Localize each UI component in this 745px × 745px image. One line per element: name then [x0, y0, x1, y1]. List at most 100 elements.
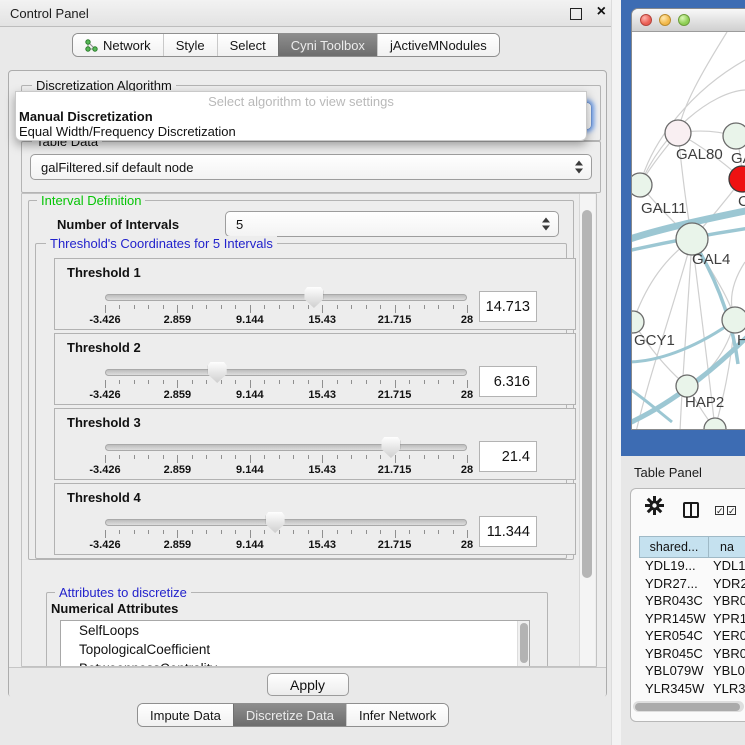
tab-label: Select — [230, 38, 266, 53]
zoom-window-icon[interactable] — [678, 14, 690, 26]
table-row[interactable]: YBL079WYBL0 — [639, 663, 745, 681]
apply-button[interactable]: Apply — [267, 673, 349, 696]
column-header[interactable]: na — [709, 536, 745, 558]
table-row[interactable]: YBR043CYBR0 — [639, 593, 745, 611]
attribute-item[interactable]: TopologicalCoefficient — [61, 640, 529, 659]
tab-select[interactable]: Select — [217, 34, 278, 56]
network-edge — [640, 60, 745, 185]
scrollbar-thumb[interactable] — [582, 210, 592, 578]
list-scrollbar[interactable] — [517, 621, 529, 667]
network-node[interactable] — [704, 418, 726, 430]
network-edge — [678, 32, 727, 133]
number-of-intervals-value: 5 — [236, 217, 243, 232]
threshold-label: Threshold 1 — [67, 265, 141, 280]
threshold-box: Threshold 2-3.4262.8599.14415.4321.71528… — [54, 333, 576, 405]
table-card: ✓ ✓ shared...naYDL19...YDL1YDR27...YDR2Y… — [630, 488, 745, 722]
float-window-icon[interactable] — [570, 8, 582, 20]
network-node-label: C — [738, 193, 745, 210]
table-panel: Table Panel ✓ ✓ shared...naYDL19...YDL1Y… — [621, 456, 745, 745]
table-row[interactable]: YBR045CYBR0 — [639, 646, 745, 664]
table-settings-gear-icon[interactable] — [645, 496, 664, 520]
table-cell: YBR0 — [709, 593, 745, 611]
network-node[interactable] — [632, 311, 644, 333]
table-row[interactable]: YER054CYER0 — [639, 628, 745, 646]
threshold-label: Threshold 3 — [67, 415, 141, 430]
node-table[interactable]: shared...naYDL19...YDL1YDR27...YDR2YBR04… — [639, 536, 745, 701]
tab-discretize-data[interactable]: Discretize Data — [233, 704, 346, 726]
table-cell: YPR1 — [709, 611, 745, 629]
slider-track[interactable] — [105, 519, 467, 526]
attribute-item[interactable]: SelfLoops — [61, 621, 529, 640]
combo-arrows-icon — [542, 218, 550, 231]
table-horizontal-scrollbar[interactable] — [633, 701, 744, 712]
number-of-intervals-combobox[interactable]: 5 — [225, 211, 559, 237]
slider-ticks — [105, 455, 467, 464]
slider-tick-labels: -3.4262.8599.14415.4321.71528 — [105, 539, 467, 551]
slider-tick-labels: -3.4262.8599.14415.4321.71528 — [105, 314, 467, 326]
threshold-value-field[interactable]: 14.713 — [479, 291, 537, 322]
tab-label: jActiveMNodules — [390, 38, 487, 53]
table-data-combobox[interactable]: galFiltered.sif default node — [30, 154, 592, 180]
network-node[interactable] — [665, 120, 691, 146]
network-window: GAL80GACGAL11GAL4GCY1HHAP2 — [631, 8, 745, 430]
close-panel-icon[interactable]: × — [597, 3, 606, 21]
table-header: shared...na — [639, 536, 745, 558]
attribute-item[interactable]: BetweennessCentrality — [61, 659, 529, 667]
table-row[interactable]: YPR145WYPR1 — [639, 611, 745, 629]
table-cell: YBR043C — [639, 593, 709, 611]
select-column-checkbox-icon[interactable]: ✓ — [727, 506, 736, 515]
slider-tick-labels: -3.4262.8599.14415.4321.71528 — [105, 464, 467, 476]
table-cell: YDL1 — [709, 558, 745, 576]
attributes-group: Attributes to discretize Numerical Attri… — [46, 592, 548, 667]
table-cell: YER0 — [709, 628, 745, 646]
threshold-value-field[interactable]: 6.316 — [479, 366, 537, 397]
column-layout-icon[interactable] — [683, 502, 699, 518]
algorithm-dropdown-popup: Select algorithm to view settings Manual… — [15, 91, 587, 141]
close-window-icon[interactable] — [640, 14, 652, 26]
tab-jactivemnodules[interactable]: jActiveMNodules — [377, 34, 499, 56]
network-canvas[interactable]: GAL80GACGAL11GAL4GCY1HHAP2 — [632, 32, 745, 430]
table-cell: YDR2 — [709, 576, 745, 594]
network-node[interactable] — [632, 173, 652, 197]
settings-scrollpane: Interval Definition Number of Intervals … — [21, 193, 597, 667]
tab-impute-data[interactable]: Impute Data — [138, 704, 233, 726]
dropdown-item-manual[interactable]: Manual Discretization — [16, 109, 586, 124]
threshold-label: Threshold 2 — [67, 340, 141, 355]
threshold-value-field[interactable]: 11.344 — [479, 516, 537, 547]
control-panel-titlebar: Control Panel × — [0, 0, 620, 27]
network-graph: GAL80GACGAL11GAL4GCY1HHAP2 — [632, 32, 745, 430]
column-header[interactable]: shared... — [639, 536, 709, 558]
slider-ticks — [105, 530, 467, 539]
table-row[interactable]: YDR27...YDR2 — [639, 576, 745, 594]
table-row[interactable]: YLR345WYLR3 — [639, 681, 745, 699]
table-cell: YLR345W — [639, 681, 709, 699]
slider-track[interactable] — [105, 294, 467, 301]
thresholds-group: Threshold's Coordinates for 5 Intervals … — [35, 243, 567, 559]
settings-vertical-scrollbar[interactable] — [579, 194, 595, 666]
dropdown-item-equal-width[interactable]: Equal Width/Frequency Discretization — [16, 124, 586, 139]
network-node-label: GAL11 — [641, 200, 687, 217]
numerical-attributes-list[interactable]: SelfLoopsTopologicalCoefficientBetweenne… — [60, 620, 530, 667]
tab-infer-network[interactable]: Infer Network — [346, 704, 448, 726]
tab-cyni-toolbox[interactable]: Cyni Toolbox — [278, 34, 377, 56]
select-column-checkbox-icon[interactable]: ✓ — [715, 506, 724, 515]
table-panel-title: Table Panel — [634, 465, 702, 480]
threshold-box: Threshold 1 -3.4262.8599.14415.4321.71528… — [54, 258, 576, 330]
slider-track[interactable] — [105, 444, 467, 451]
tab-network[interactable]: Network — [73, 34, 163, 56]
network-node[interactable] — [722, 307, 745, 333]
table-cell: YBR0 — [709, 646, 745, 664]
network-node-label: H — [737, 332, 745, 349]
network-node[interactable] — [723, 123, 745, 149]
network-node-label: HAP2 — [685, 394, 724, 411]
network-node-label: GCY1 — [634, 332, 675, 349]
table-row[interactable]: YDL19...YDL1 — [639, 558, 745, 576]
threshold-value-field[interactable]: 21.4 — [479, 441, 537, 472]
minimize-window-icon[interactable] — [659, 14, 671, 26]
tab-style[interactable]: Style — [163, 34, 217, 56]
slider-track[interactable] — [105, 369, 467, 376]
top-tabbar: NetworkStyle Select Cyni Toolbox jActiveMNo… — [72, 33, 500, 57]
slider-ticks — [105, 305, 467, 314]
interval-definition-title: Interval Definition — [37, 193, 145, 208]
network-icon — [85, 39, 98, 52]
